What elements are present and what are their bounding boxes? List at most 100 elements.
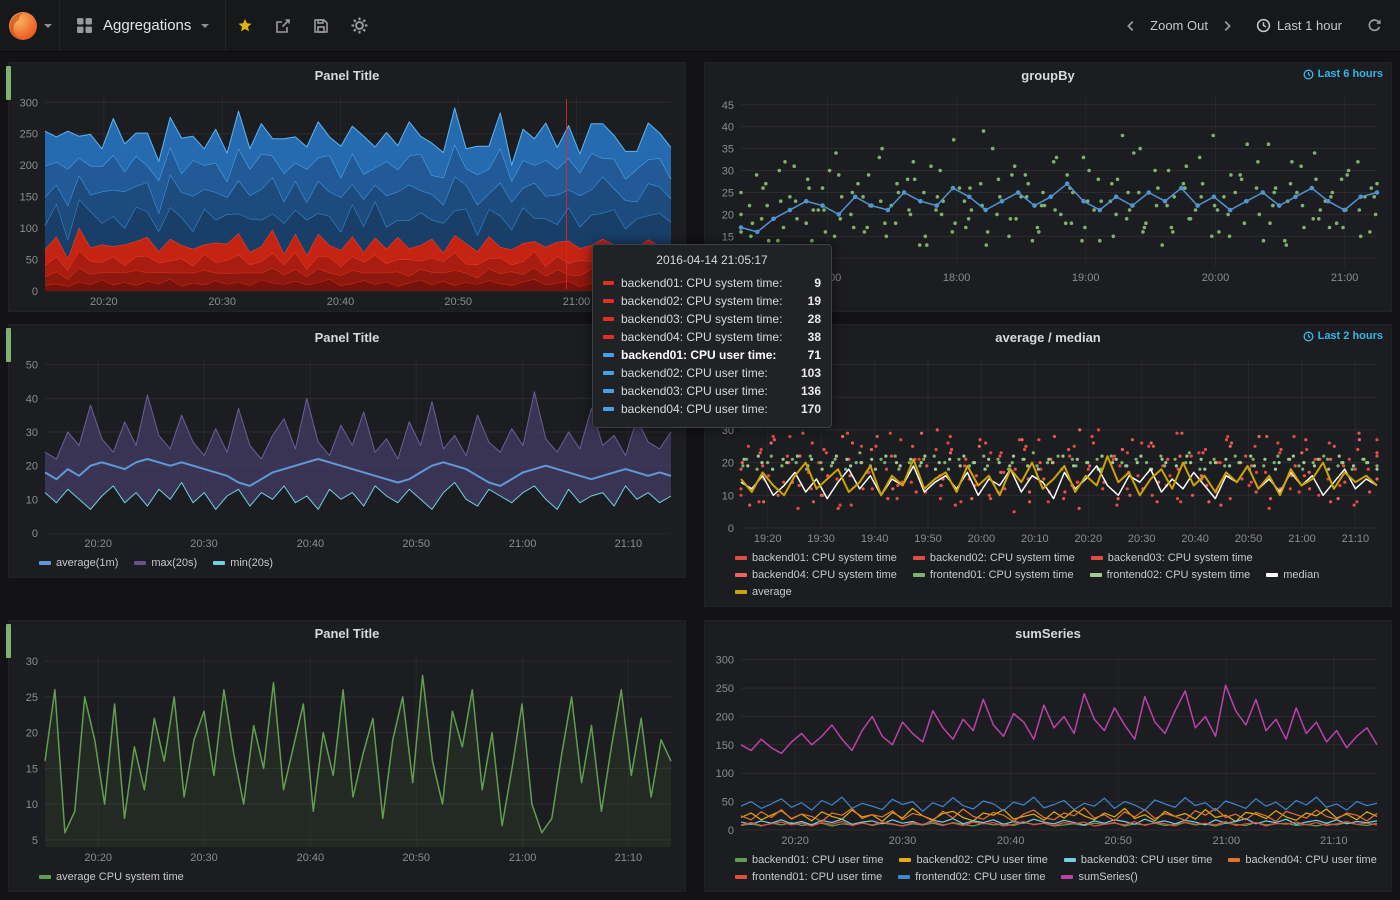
panel-title[interactable]: sumSeries [1015, 626, 1081, 641]
legend-item[interactable]: max(20s) [134, 555, 197, 571]
svg-text:50: 50 [26, 360, 38, 372]
star-button[interactable] [226, 0, 264, 52]
svg-text:35: 35 [722, 144, 734, 156]
series-color-icon [603, 389, 614, 393]
tooltip-row: backend02: CPU user time:103 [603, 364, 821, 382]
svg-text:50: 50 [722, 797, 734, 809]
refresh-icon [1367, 18, 1382, 33]
tooltip-row: backend04: CPU system time:38 [603, 328, 821, 346]
svg-text:21:00: 21:00 [1213, 835, 1241, 847]
svg-text:40: 40 [26, 393, 38, 405]
svg-text:100: 100 [716, 768, 734, 780]
legend-item[interactable]: min(20s) [213, 555, 273, 571]
tooltip-timestamp: 2016-04-14 21:05:17 [603, 253, 821, 267]
svg-text:20:50: 20:50 [1235, 533, 1263, 545]
zoom-out-button[interactable]: Zoom Out [1146, 14, 1212, 37]
dashboard: Panel Title 05010015020025030020:2020:30… [0, 52, 1400, 900]
refresh-button[interactable] [1362, 0, 1386, 52]
time-forward-button[interactable] [1214, 0, 1240, 52]
row-collapse-tab[interactable] [6, 624, 11, 658]
chart-legend: backend01: CPU system time backend02: CPU… [705, 548, 1391, 606]
svg-text:300: 300 [716, 655, 734, 667]
svg-text:10: 10 [26, 799, 38, 811]
crosshair-line [566, 99, 567, 289]
svg-text:19:30: 19:30 [807, 533, 835, 545]
tooltip-series-value: 170 [801, 402, 821, 416]
legend-item[interactable]: sumSeries() [1061, 869, 1137, 885]
time-back-button[interactable] [1118, 0, 1144, 52]
grafana-logo-icon [7, 10, 39, 42]
tooltip-series-label: backend01: CPU user time: [621, 348, 808, 362]
panel-title[interactable]: Panel Title [315, 68, 380, 83]
svg-text:30: 30 [722, 166, 734, 178]
legend-item[interactable]: backend03: CPU user time [1064, 852, 1212, 868]
legend-item[interactable]: backend04: CPU system time [735, 567, 897, 583]
legend-item[interactable]: frontend01: CPU user time [735, 869, 882, 885]
dashboard-picker[interactable]: Aggregations [60, 0, 226, 51]
legend-item[interactable]: average(1m) [39, 555, 118, 571]
svg-text:10: 10 [26, 494, 38, 506]
svg-text:20: 20 [26, 728, 38, 740]
svg-text:200: 200 [20, 160, 38, 172]
graph-tooltip: 2016-04-14 21:05:17 backend01: CPU syste… [592, 244, 832, 428]
svg-text:19:40: 19:40 [861, 533, 889, 545]
series-color-icon [603, 281, 614, 285]
time-series-chart[interactable]: 05010015020025030020:2020:3020:4020:5021… [705, 646, 1391, 850]
legend-item[interactable]: average CPU system time [39, 869, 184, 885]
panel-header: Panel Title [9, 63, 685, 88]
tooltip-series-label: backend03: CPU system time: [621, 312, 808, 326]
svg-text:20:20: 20:20 [90, 296, 118, 308]
time-range-picker[interactable]: Last 1 hour [1256, 18, 1342, 33]
share-icon [275, 18, 291, 34]
panel-header: groupBy Last 6 hours [705, 63, 1391, 88]
legend-item[interactable]: median [1266, 567, 1319, 583]
legend-item[interactable]: backend02: CPU user time [899, 852, 1047, 868]
time-series-chart[interactable]: 0102030405020:2020:3020:4020:5021:0021:1… [9, 350, 685, 553]
chart-legend: average CPU system time [9, 867, 685, 891]
panel-header: sumSeries [705, 621, 1391, 646]
svg-text:10: 10 [722, 490, 734, 502]
save-button[interactable] [302, 0, 340, 52]
dashboard-grid-icon [76, 17, 93, 34]
legend-item[interactable]: frontend02: CPU system time [1090, 567, 1251, 583]
legend-item[interactable]: backend01: CPU system time [735, 550, 897, 566]
svg-text:20:30: 20:30 [889, 835, 917, 847]
navbar: Aggregations Zoom Out [0, 0, 1400, 52]
svg-text:20: 20 [26, 461, 38, 473]
tooltip-series-value: 9 [814, 276, 821, 290]
legend-item[interactable]: backend03: CPU system time [1091, 550, 1253, 566]
row-collapse-tab[interactable] [6, 328, 11, 362]
svg-text:20:30: 20:30 [208, 296, 236, 308]
grafana-logo-menu[interactable] [0, 0, 60, 51]
svg-text:20:20: 20:20 [781, 835, 809, 847]
settings-button[interactable] [340, 0, 378, 52]
svg-text:21:10: 21:10 [615, 852, 643, 864]
svg-text:40: 40 [722, 122, 734, 134]
time-series-chart[interactable]: 5101520253020:2020:3020:4020:5021:0021:1… [9, 646, 685, 867]
legend-item[interactable]: backend02: CPU system time [913, 550, 1075, 566]
panel-title[interactable]: average / median [995, 330, 1101, 345]
legend-item[interactable]: frontend01: CPU system time [913, 567, 1074, 583]
svg-text:19:50: 19:50 [914, 533, 942, 545]
panel-title[interactable]: Panel Title [315, 330, 380, 345]
svg-text:20:50: 20:50 [1104, 835, 1132, 847]
save-icon [313, 18, 329, 34]
share-button[interactable] [264, 0, 302, 52]
row-collapse-tab[interactable] [6, 66, 11, 100]
chevron-down-icon [44, 24, 52, 28]
time-series-chart[interactable]: 05010015020025030020:2020:3020:4020:5021… [9, 88, 685, 311]
legend-item[interactable]: backend04: CPU user time [1228, 852, 1376, 868]
legend-item[interactable]: average [735, 584, 792, 600]
panel-average-cpu: Panel Title 5101520253020:2020:3020:4020… [8, 620, 686, 892]
legend-item[interactable]: backend01: CPU user time [735, 852, 883, 868]
svg-text:20:50: 20:50 [444, 296, 472, 308]
svg-text:20:00: 20:00 [1202, 272, 1230, 284]
panel-title[interactable]: Panel Title [315, 626, 380, 641]
series-color-icon [603, 317, 614, 321]
legend-item[interactable]: frontend02: CPU user time [898, 869, 1045, 885]
svg-text:21:10: 21:10 [615, 538, 643, 550]
time-controls: Zoom Out Last 1 hour [1118, 0, 1400, 52]
svg-text:20:10: 20:10 [1021, 533, 1049, 545]
panel-title[interactable]: groupBy [1021, 68, 1074, 83]
tooltip-series-value: 71 [808, 348, 821, 362]
